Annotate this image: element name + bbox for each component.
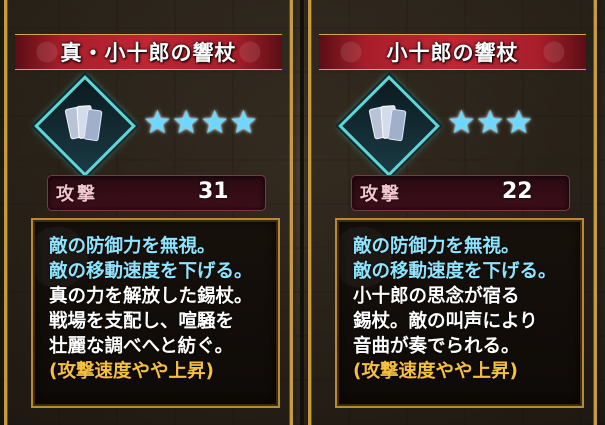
lore-line: 錫杖。敵の叫声により xyxy=(353,311,538,332)
rarity-stars: ★★★ xyxy=(447,106,533,138)
lore-line: 戦場を支配し、喧騒を xyxy=(49,311,235,332)
attack-value: 22 xyxy=(502,179,533,204)
lore-line: 壮麗な調べへと紡ぐ。 xyxy=(49,336,234,357)
effect-line: 敵の移動速度を下げる。 xyxy=(49,261,253,282)
card-title: 小十郎の響杖 xyxy=(386,41,519,65)
effect-line: 敵の防御力を無視。 xyxy=(49,236,216,257)
lore-line: 真の力を解放した錫杖。 xyxy=(49,286,253,307)
weapon-card-1[interactable]: 真・小十郎の響杖 ★★★★ 攻撃 31 敵の防御力を無視。 敵の移動速度を下げる… xyxy=(4,0,293,425)
bonus-note: (攻撃速度やや上昇) xyxy=(49,361,214,382)
lore-line: 音曲が奏でられる。 xyxy=(353,336,520,357)
effect-line: 敵の移動速度を下げる。 xyxy=(353,261,557,282)
weapon-card-2[interactable]: 小十郎の響杖 ★★★ 攻撃 22 敵の防御力を無視。 敵の移動速度を下げる。 小… xyxy=(308,0,597,425)
rarity-star-icon: ★★★★ xyxy=(143,103,258,141)
staff-weapon-icon xyxy=(64,105,103,142)
staff-weapon-icon xyxy=(368,105,407,142)
card-title-banner: 真・小十郎の響杖 xyxy=(15,34,282,70)
rarity-stars: ★★★★ xyxy=(143,106,258,138)
attack-stat-bar: 攻撃 31 xyxy=(47,175,266,211)
attack-label: 攻撃 xyxy=(56,184,98,205)
bonus-note: (攻撃速度やや上昇) xyxy=(353,361,518,382)
attack-label: 攻撃 xyxy=(360,184,402,205)
card-divider xyxy=(300,0,304,425)
card-title: 真・小十郎の響杖 xyxy=(60,41,237,65)
description-box: 敵の防御力を無視。 敵の移動速度を下げる。 真の力を解放した錫杖。 戦場を支配し… xyxy=(31,218,280,408)
description-box: 敵の防御力を無視。 敵の移動速度を下げる。 小十郎の思念が宿る 錫杖。敵の叫声に… xyxy=(335,218,584,408)
attack-value: 31 xyxy=(198,179,229,204)
effect-line: 敵の防御力を無視。 xyxy=(353,236,520,257)
lore-line: 小十郎の思念が宿る xyxy=(353,286,520,307)
card-title-banner: 小十郎の響杖 xyxy=(319,34,586,70)
rarity-star-icon: ★★★ xyxy=(447,103,534,141)
attack-stat-bar: 攻撃 22 xyxy=(351,175,570,211)
